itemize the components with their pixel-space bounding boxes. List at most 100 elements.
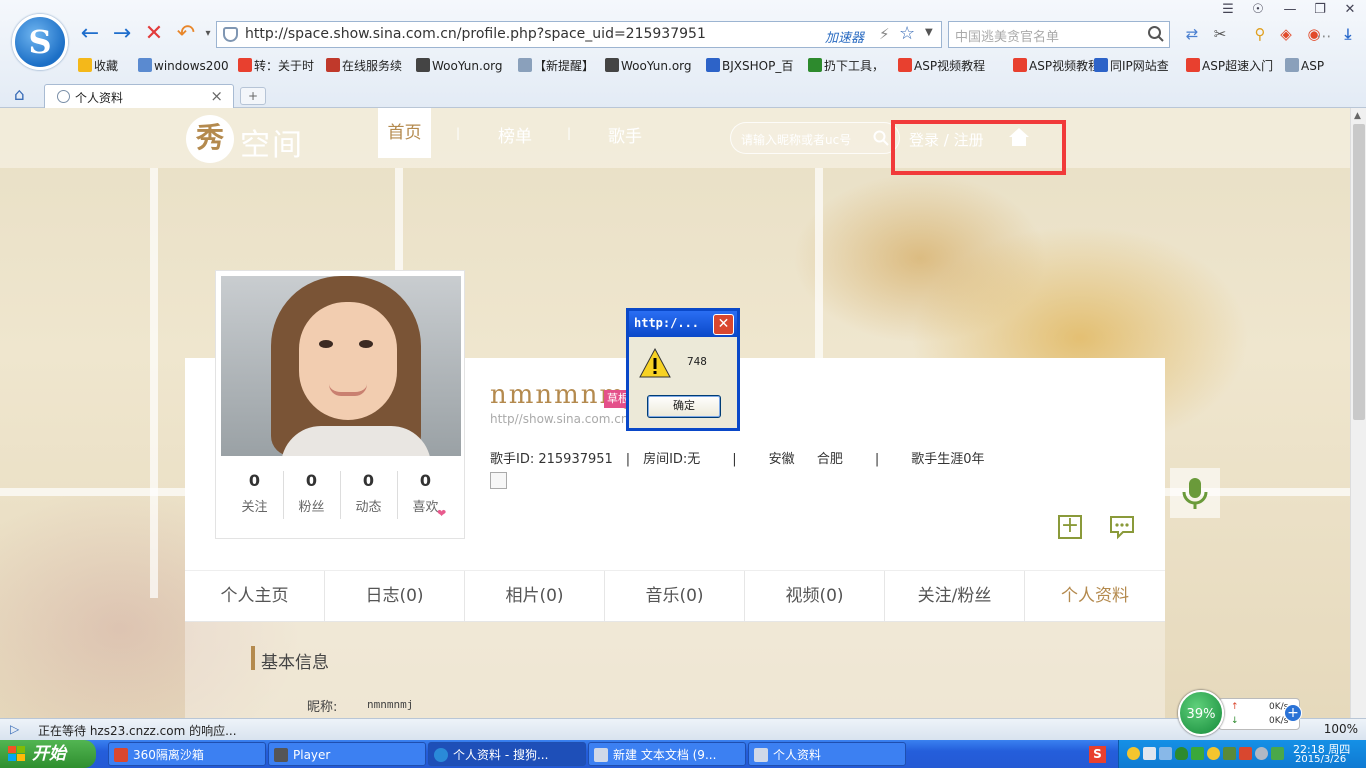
bookmark-item[interactable]: windows200 (138, 56, 229, 76)
tray-app-icon[interactable] (1239, 747, 1252, 760)
bookmark-item[interactable]: 同IP网站查 (1094, 56, 1169, 76)
search-icon[interactable] (1147, 25, 1165, 43)
dialog-ok-button[interactable]: 确定 (647, 395, 721, 418)
bookmark-label: ASP (1301, 59, 1325, 73)
address-url[interactable]: http://space.show.sina.com.cn/profile.ph… (245, 26, 706, 42)
bookmark-item[interactable]: ASP (1285, 56, 1324, 76)
close-window-icon[interactable]: ✕ (1340, 2, 1360, 18)
close-tab-icon[interactable]: × (210, 87, 223, 105)
volume-icon[interactable] (1143, 747, 1156, 760)
tab-profile[interactable]: 个人资料 × (44, 84, 234, 108)
qq-icon[interactable] (1127, 747, 1140, 760)
menu-icon[interactable]: ☰ (1218, 2, 1238, 18)
tab-profile-info[interactable]: 个人资料 (1025, 571, 1165, 621)
tab-home[interactable]: 个人主页 (185, 571, 325, 621)
site-search-box[interactable]: 请输入昵称或者uc号 (730, 122, 900, 154)
network-icon[interactable] (1159, 747, 1172, 760)
download-icon[interactable]: ⤓ (1338, 24, 1358, 44)
add-follow-button[interactable]: + (1058, 515, 1082, 539)
system-tray: 22:18 周四 2015/3/26 (1118, 740, 1366, 768)
home-icon[interactable]: ⌂ (14, 86, 25, 104)
star-icon (78, 58, 92, 72)
forward-icon[interactable]: → (110, 22, 134, 46)
star-icon[interactable]: ☆ (899, 23, 915, 44)
task-notepad[interactable]: 新建 文本文档 (9... (588, 742, 746, 766)
address-dropdown-icon[interactable]: ▼ (925, 27, 933, 38)
bookmark-label: 在线服务续 (342, 59, 403, 73)
sidebar-toggle-icon[interactable]: ▷ (10, 722, 19, 736)
bookmark-item[interactable]: ASP超速入门 (1186, 56, 1273, 76)
network-speed-widget[interactable]: ↑ 0K/s ↓ 0K/s 39% + (1178, 690, 1302, 736)
message-icon[interactable] (1109, 514, 1135, 540)
bookmark-item[interactable]: 【新提醒】 (518, 56, 594, 76)
restore-icon[interactable]: ❐ (1310, 2, 1330, 18)
back-icon[interactable]: ← (78, 22, 102, 46)
bookmark-item[interactable]: 扔下工具， (808, 56, 884, 76)
undo-icon[interactable]: ↶ (174, 22, 198, 46)
bookmark-item[interactable]: WooYun.org (416, 56, 503, 76)
tab-videos[interactable]: 视频(0) (745, 571, 885, 621)
key-icon[interactable]: ⚲ (1250, 24, 1270, 44)
scroll-up-icon[interactable]: ▲ (1354, 111, 1361, 121)
task-browser[interactable]: 个人资料 - 搜狗... (428, 742, 586, 766)
tab-photos[interactable]: 相片(0) (465, 571, 605, 621)
nav-home[interactable]: 首页 (378, 108, 431, 158)
nav-ranking[interactable]: 榜单 (498, 122, 532, 147)
speedup-plus-icon[interactable]: + (1284, 704, 1302, 722)
minimize-icon[interactable]: — (1280, 2, 1300, 18)
page-scrollbar[interactable]: ▲ (1350, 108, 1366, 718)
bookmark-item[interactable]: 转：关于时 (238, 56, 314, 76)
search-icon[interactable] (873, 130, 889, 146)
stat-fans[interactable]: 0 粉丝 (283, 471, 340, 515)
tray-app-icon[interactable] (1223, 747, 1236, 760)
broken-image-icon (490, 472, 507, 489)
sogou-input-icon[interactable]: S (1089, 746, 1106, 763)
nav-singers[interactable]: 歌手 (608, 122, 642, 147)
address-bar[interactable]: http://space.show.sina.com.cn/profile.ph… (216, 21, 942, 48)
bookmark-item[interactable]: 在线服务续 (326, 56, 402, 76)
bookmark-item[interactable]: BJXSHOP_百 (706, 56, 793, 76)
stop-icon[interactable]: ✕ (142, 22, 166, 46)
avatar[interactable] (221, 276, 461, 456)
bookmark-item[interactable]: 收藏 (78, 56, 118, 76)
scissors-icon[interactable]: ✂ (1210, 24, 1230, 44)
task-player[interactable]: Player (268, 742, 426, 766)
stat-follow[interactable]: 0 关注 (226, 471, 283, 515)
stat-activity[interactable]: 0 动态 (340, 471, 397, 515)
scroll-thumb[interactable] (1353, 124, 1365, 420)
security-icon[interactable] (1175, 747, 1188, 760)
bolt-icon[interactable]: ⚡ (879, 25, 890, 43)
tray-app-icon[interactable] (1207, 747, 1220, 760)
task-profile-page[interactable]: 个人资料 (748, 742, 906, 766)
browser-logo[interactable]: S (12, 14, 68, 70)
profile-url[interactable]: http//show.sina.com.cn/2 (490, 412, 640, 426)
speed-percent[interactable]: 39% (1178, 690, 1224, 736)
dialog-titlebar[interactable]: http:/... ✕ (629, 311, 737, 337)
new-tab-button[interactable]: + (240, 87, 266, 105)
site-logo-text[interactable]: 空间 (240, 120, 304, 164)
extension-icon[interactable]: ◈ (1276, 24, 1296, 44)
sync-icon[interactable]: ⇄ (1182, 24, 1202, 44)
tray-app-icon[interactable] (1271, 747, 1284, 760)
accelerator-button[interactable]: 加速器 (825, 27, 864, 46)
site-logo[interactable]: 秀 (186, 115, 234, 163)
site-search-input[interactable]: 请输入昵称或者uc号 (741, 131, 851, 148)
tab-follow-fans[interactable]: 关注/粉丝 (885, 571, 1025, 621)
bookmark-item[interactable]: ASP视频教程 (898, 56, 985, 76)
tab-music[interactable]: 音乐(0) (605, 571, 745, 621)
player-icon (274, 748, 288, 762)
bookmark-item[interactable]: ASP视频教程 (1013, 56, 1100, 76)
tray-app-icon[interactable] (1255, 747, 1268, 760)
tray-app-icon[interactable] (1191, 747, 1204, 760)
skin-icon[interactable]: ☉ (1248, 2, 1268, 18)
start-button[interactable]: 开始 (0, 740, 96, 768)
browser-search-box[interactable]: 中国逃美贪官名单 (948, 21, 1170, 48)
bookmark-item[interactable]: WooYun.org (605, 56, 692, 76)
task-sandbox[interactable]: 360隔离沙箱 (108, 742, 266, 766)
more-icon[interactable]: ⋯ (1314, 26, 1334, 46)
browser-search-input[interactable]: 中国逃美贪官名单 (955, 26, 1059, 45)
tab-blog[interactable]: 日志(0) (325, 571, 465, 621)
mic-button[interactable] (1170, 468, 1220, 518)
dialog-close-button[interactable]: ✕ (713, 314, 734, 335)
zoom-level[interactable]: 100% (1324, 722, 1358, 736)
